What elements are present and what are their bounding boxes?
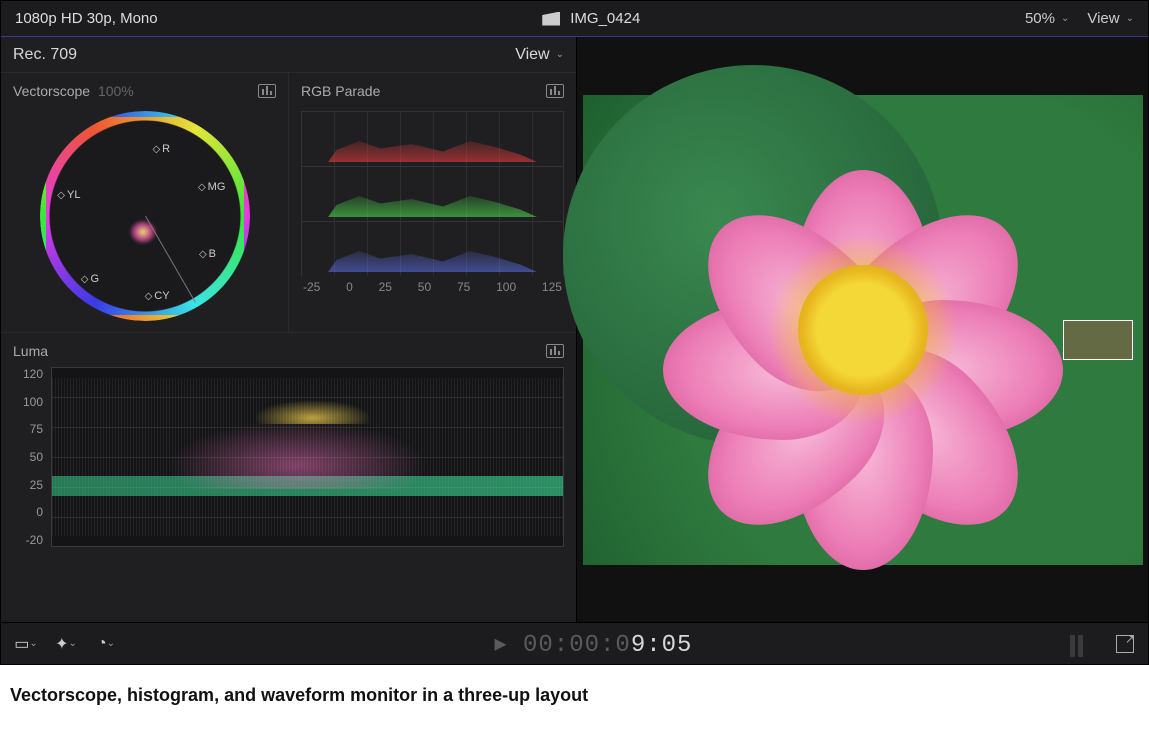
zoom-value: 50% <box>1025 10 1055 27</box>
clip-appearance-button[interactable]: ▭⌄ <box>15 635 37 653</box>
vectorscope-title: Vectorscope <box>13 83 90 99</box>
scope-settings-icon[interactable] <box>546 344 564 358</box>
vectorscope-display: R MG B CY G YL <box>40 111 250 321</box>
luma-title: Luma <box>13 343 48 359</box>
vectorscope-target: CY <box>145 290 170 302</box>
viewer-topbar: 1080p HD 30p, Mono IMG_0424 50% ⌄ View ⌄ <box>1 1 1148 37</box>
main-area: Rec. 709 View ⌄ Vectorscope 100% <box>1 37 1148 622</box>
fullscreen-button[interactable] <box>1116 635 1134 653</box>
video-scopes-panel: Rec. 709 View ⌄ Vectorscope 100% <box>1 37 577 622</box>
video-editor-window: 1080p HD 30p, Mono IMG_0424 50% ⌄ View ⌄… <box>0 0 1149 665</box>
chevron-down-icon: ⌄ <box>556 49 564 60</box>
luma-tick: 120 <box>13 367 43 381</box>
luma-tick: 25 <box>13 478 43 492</box>
preview-frame <box>583 95 1143 565</box>
vectorscope-target: MG <box>198 181 225 193</box>
parade-tick: 0 <box>346 280 353 294</box>
parade-tick: -25 <box>303 280 320 294</box>
parade-tick: 50 <box>418 280 431 294</box>
parade-tick: 25 <box>379 280 392 294</box>
timecode-display[interactable]: ▸ 00:00:09:05 <box>135 629 1052 659</box>
transport-bar: ▭⌄ ✦⌄ ◔⌄ ▸ 00:00:09:05 <box>1 622 1148 664</box>
vectorscope-panel: Vectorscope 100% R MG B CY G YL <box>1 73 289 332</box>
luma-tick: -20 <box>13 533 43 547</box>
rgb-parade-display: -25 0 25 50 75 100 125 <box>301 111 564 294</box>
scope-settings-icon[interactable] <box>546 84 564 98</box>
region-of-interest-overlay[interactable] <box>1063 320 1133 360</box>
enhancements-button[interactable]: ✦⌄ <box>55 635 77 653</box>
luma-tick: 50 <box>13 450 43 464</box>
scopes-header: Rec. 709 View ⌄ <box>1 37 576 73</box>
vectorscope-target: YL <box>57 189 80 201</box>
clip-format-label: 1080p HD 30p, Mono <box>15 10 158 27</box>
parade-tick: 75 <box>457 280 470 294</box>
chevron-down-icon: ⌄ <box>1061 13 1069 24</box>
rgb-parade-title: RGB Parade <box>301 83 380 99</box>
vectorscope-target: G <box>81 273 99 285</box>
vectorscope-target: R <box>152 143 170 155</box>
scopes-view-dropdown[interactable]: View ⌄ <box>515 46 564 64</box>
audio-meter[interactable] <box>1070 631 1098 657</box>
view-dropdown[interactable]: View ⌄ <box>1087 10 1134 27</box>
luma-waveform-panel: Luma 120 100 75 50 25 0 -20 <box>1 333 576 622</box>
zoom-dropdown[interactable]: 50% ⌄ <box>1025 10 1069 27</box>
luma-tick: 0 <box>13 505 43 519</box>
parade-tick: 125 <box>542 280 562 294</box>
scope-settings-icon[interactable] <box>258 84 276 98</box>
figure-caption: Vectorscope, histogram, and waveform mon… <box>0 665 1149 726</box>
luma-tick: 75 <box>13 422 43 436</box>
luma-waveform-display: 120 100 75 50 25 0 -20 <box>13 367 564 547</box>
retime-button[interactable]: ◔⌄ <box>95 635 117 653</box>
video-preview[interactable] <box>577 37 1148 622</box>
color-space-label: Rec. 709 <box>13 46 77 64</box>
chevron-down-icon: ⌄ <box>1126 13 1134 24</box>
parade-tick: 100 <box>496 280 516 294</box>
clip-name: IMG_0424 <box>570 10 640 27</box>
rgb-parade-panel: RGB Parade -25 0 25 50 75 100 <box>289 73 576 332</box>
vectorscope-target: B <box>199 248 216 260</box>
clapperboard-icon <box>542 12 560 26</box>
vectorscope-percent: 100% <box>98 83 134 99</box>
luma-tick: 100 <box>13 395 43 409</box>
